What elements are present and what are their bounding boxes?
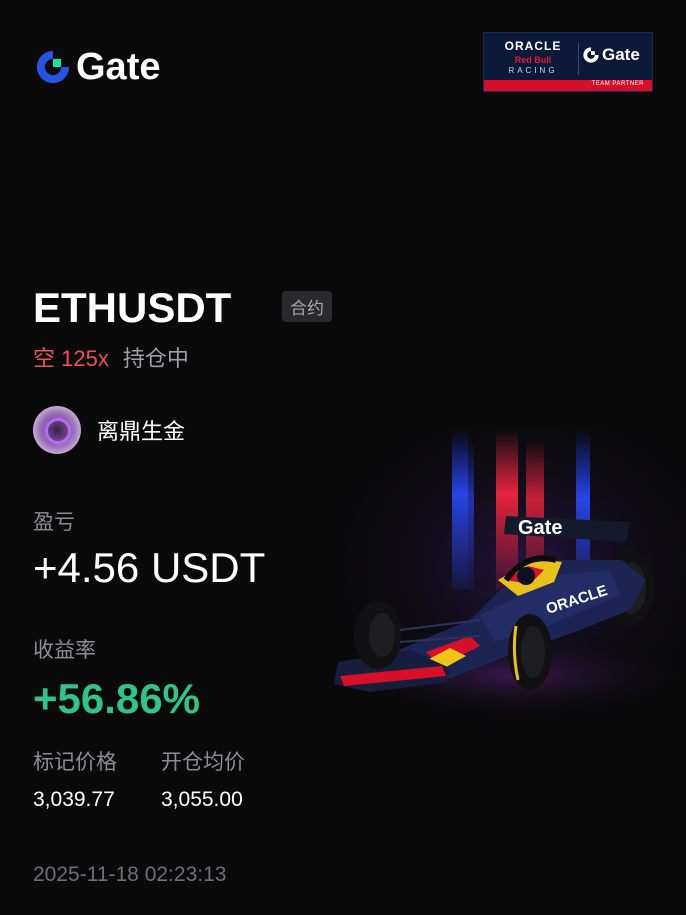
rear-wing-gate-text: Gate xyxy=(518,517,562,539)
return-rate-value: +56.86% xyxy=(33,675,200,722)
contract-type-tag: 合约 xyxy=(282,291,332,322)
gate-logo-icon xyxy=(36,50,70,84)
red-bull-text: Red Bull xyxy=(514,55,552,65)
team-partner-bar: TEAM PARTNER xyxy=(484,80,652,91)
badge-gate-text: Gate xyxy=(602,45,640,64)
gate-logo: Gate xyxy=(34,48,160,86)
badge-divider xyxy=(578,43,579,75)
pnl-label: 盈亏 xyxy=(33,511,75,534)
racing-text: RACING xyxy=(508,66,558,75)
return-rate-label: 收益率 xyxy=(33,639,96,662)
trading-pair-symbol: ETHUSDT xyxy=(33,284,232,331)
oracle-red-bull-logo: ORACLE Red Bull RACING xyxy=(492,39,574,75)
timestamp: 2025-11-18 02:23:13 xyxy=(33,863,227,886)
position-side-leverage: 空 125x xyxy=(33,346,109,371)
position-status: 持仓中 xyxy=(122,346,189,371)
gate-logo-text: Gate xyxy=(76,46,161,88)
mark-price-label: 标记价格 xyxy=(33,751,117,774)
position-side-row: 空 125x 持仓中 xyxy=(33,341,189,373)
team-partner-badge: ORACLE Red Bull RACING Gate TEAM PARTNER xyxy=(483,32,653,92)
f1-car-graphic: Gate ORACLE xyxy=(330,430,686,730)
username: 离鼎生金 xyxy=(97,419,186,444)
team-partner-text: TEAM PARTNER xyxy=(591,81,644,87)
badge-gate-logo: Gate xyxy=(582,45,640,65)
f1-car-illustration: Gate ORACLE xyxy=(330,430,686,730)
pnl-value: +4.56 USDT xyxy=(33,544,266,591)
avatar xyxy=(33,406,81,454)
entry-price-label: 开仓均价 xyxy=(161,751,245,774)
oracle-text: ORACLE xyxy=(504,39,562,53)
badge-gate-icon xyxy=(583,47,599,63)
entry-price-value: 3,055.00 xyxy=(161,788,243,811)
mark-price-value: 3,039.77 xyxy=(33,788,115,811)
user-row: 离鼎生金 xyxy=(33,406,185,454)
